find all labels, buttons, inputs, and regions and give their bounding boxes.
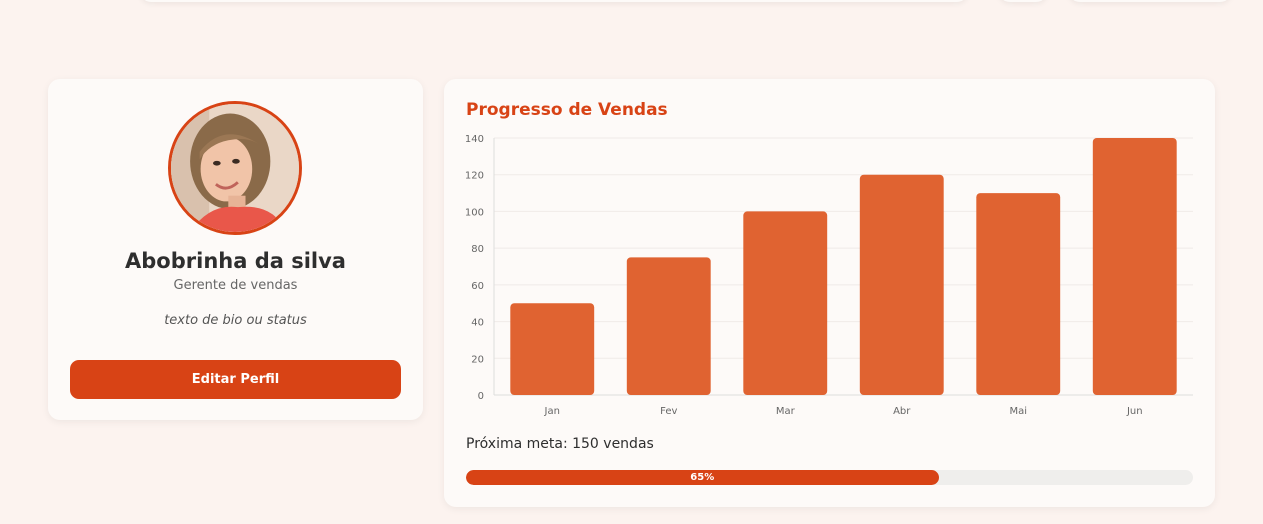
profile-role: Gerente de vendas	[173, 278, 298, 293]
sales-bar-chart: 0 20 40 60 80 100 120 140 Jan Fev Mar Abr Mai Jun	[465, 134, 1193, 417]
top-user-menu[interactable]	[1068, 0, 1232, 2]
y-tick-label: 0	[478, 391, 484, 402]
bar-jan[interactable]	[510, 303, 595, 395]
next-goal-text: Próxima meta: 150 vendas	[466, 436, 654, 452]
top-search-bar[interactable]	[140, 0, 968, 2]
x-tick-label: Jan	[544, 406, 560, 417]
edit-profile-button[interactable]: Editar Perfil	[70, 360, 401, 399]
top-icon-button[interactable]	[998, 0, 1048, 2]
profile-name: Abobrinha da silva	[125, 249, 346, 273]
bar-fev[interactable]	[626, 257, 711, 395]
profile-card: Abobrinha da silva Gerente de vendas tex…	[48, 79, 423, 420]
bar-mai[interactable]	[976, 193, 1061, 395]
x-tick-label: Mai	[1009, 406, 1027, 417]
avatar	[168, 101, 302, 235]
bar-jun[interactable]	[1092, 138, 1177, 395]
x-tick-label: Abr	[893, 406, 911, 417]
x-tick-label: Jun	[1126, 406, 1143, 417]
sales-card: Progresso de Vendas 0 20 40 60 80 100 120 140 Ja…	[444, 79, 1215, 507]
y-tick-label: 140	[465, 134, 484, 145]
y-tick-label: 100	[465, 207, 484, 218]
profile-bio: texto de bio ou status	[164, 313, 307, 328]
y-tick-label: 40	[471, 318, 484, 329]
y-tick-label: 60	[471, 281, 484, 292]
goal-progress-fill: 65%	[466, 470, 939, 485]
x-tick-label: Fev	[660, 406, 677, 417]
y-tick-label: 80	[471, 244, 484, 255]
x-tick-label: Mar	[776, 406, 796, 417]
bar-mar[interactable]	[743, 211, 828, 395]
goal-progress-bar: 65%	[466, 470, 1193, 485]
y-tick-label: 20	[471, 354, 484, 365]
bar-abr[interactable]	[859, 174, 944, 395]
y-tick-label: 120	[465, 171, 484, 182]
avatar-photo	[171, 104, 299, 232]
